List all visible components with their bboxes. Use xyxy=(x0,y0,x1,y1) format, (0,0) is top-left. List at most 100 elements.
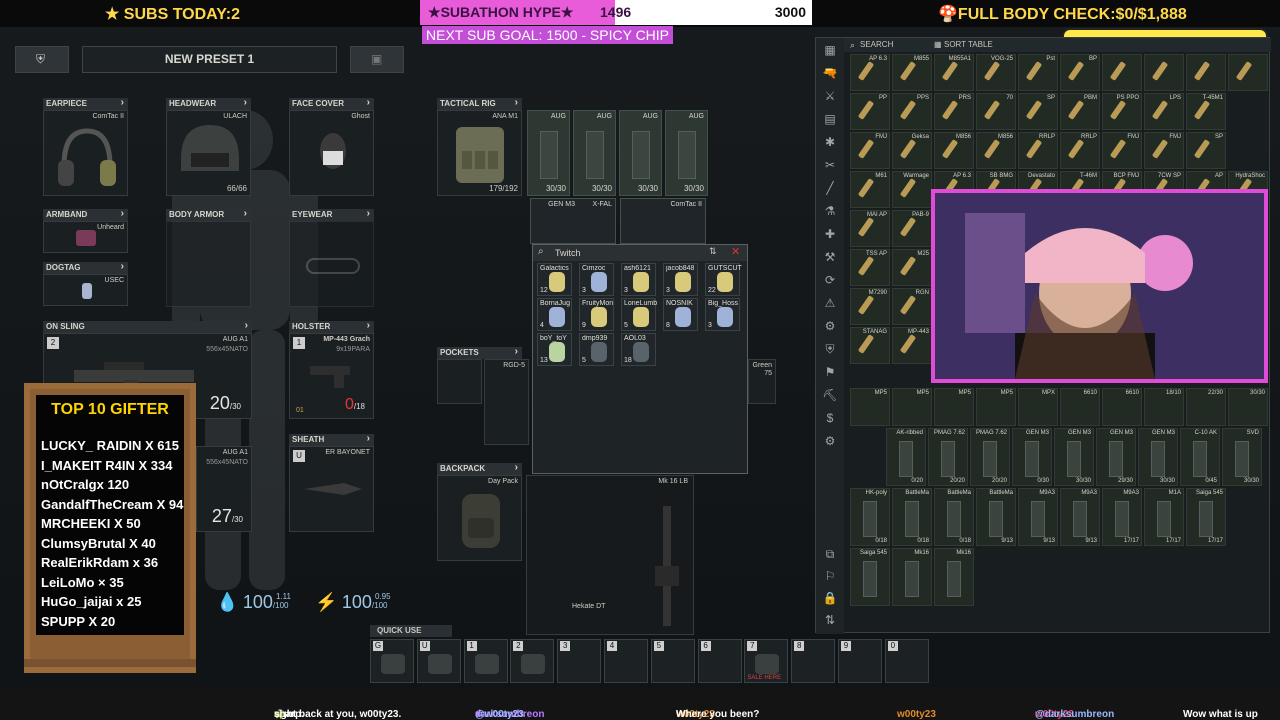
stash-ammo-cell[interactable]: PBM xyxy=(1060,93,1100,130)
stash-magazine-cell[interactable]: BattleMa 9/13 xyxy=(976,488,1016,546)
sort-icon[interactable]: ⇅ xyxy=(709,246,717,257)
quick-use-slot[interactable]: G xyxy=(370,639,414,683)
stash-ammo-cell[interactable]: VOG-25 xyxy=(976,54,1016,91)
sort-table-button[interactable]: SORT TABLE xyxy=(944,38,993,52)
slot-face-cover[interactable]: Ghost xyxy=(289,110,374,196)
dogtag-item[interactable]: boY_toY 13 xyxy=(537,333,572,366)
filter-category-icon[interactable]: ⚙ xyxy=(822,318,838,334)
filter-category-icon[interactable]: $ xyxy=(822,410,838,426)
stash-ammo-cell[interactable]: PRS xyxy=(934,93,974,130)
quick-use-slot[interactable]: 4 xyxy=(604,639,648,683)
stash-magazine-cell[interactable]: AK-ribbed 0/20 xyxy=(886,428,926,486)
rig-magazine[interactable]: AUG 30/30 xyxy=(619,110,662,196)
filter-category-icon[interactable]: ✂ xyxy=(822,157,838,173)
pocket-2[interactable]: RGD-5 xyxy=(484,359,529,445)
stash-ammo-cell[interactable]: PPS xyxy=(892,93,932,130)
stash-ammo-cell[interactable]: Pst xyxy=(1018,54,1058,91)
filter-category-icon[interactable]: ⚗ xyxy=(822,203,838,219)
stash-misc-cell[interactable]: MP5 xyxy=(976,388,1016,426)
stash-ammo-cell[interactable]: RRLP xyxy=(1060,132,1100,169)
close-icon[interactable]: ✕ xyxy=(731,245,740,258)
stash-magazine-cell[interactable]: Mk16 xyxy=(892,548,932,606)
stash-ammo-cell[interactable]: RGN xyxy=(892,288,932,325)
pocket-side[interactable]: Green 75 xyxy=(748,359,776,404)
slot-eyewear[interactable] xyxy=(289,221,374,307)
stash-magazine-cell[interactable]: M9A3 17/17 xyxy=(1102,488,1142,546)
stash-ammo-cell[interactable] xyxy=(1186,54,1226,91)
slot-armband[interactable]: Unheard xyxy=(43,221,128,253)
slot-backpack[interactable]: Day Pack xyxy=(437,475,522,561)
filter-category-icon[interactable]: ⚙ xyxy=(822,433,838,449)
quick-use-slot[interactable]: 5 xyxy=(650,639,695,683)
stash-ammo-cell[interactable] xyxy=(1228,54,1268,91)
stash-tool-icon[interactable]: ⇅ xyxy=(822,612,838,628)
slot-body-armor[interactable] xyxy=(166,221,251,307)
filter-category-icon[interactable]: ╱ xyxy=(822,180,838,196)
stash-magazine-cell[interactable]: HK-poly 0/18 xyxy=(850,488,890,546)
stash-ammo-cell[interactable]: Geksa xyxy=(892,132,932,169)
stash-ammo-cell[interactable]: BP xyxy=(1060,54,1100,91)
filter-category-icon[interactable]: ✚ xyxy=(822,226,838,242)
filter-category-icon[interactable]: ▦ xyxy=(822,42,838,58)
filter-category-icon[interactable]: ⛏ xyxy=(822,387,838,403)
dogtag-item[interactable]: Cimzoc 3 xyxy=(579,263,614,296)
quick-use-slot[interactable]: 7 SALE HERE xyxy=(744,639,789,683)
stash-ammo-cell[interactable]: TSS AP xyxy=(850,249,890,286)
stash-misc-cell[interactable]: 30/30 xyxy=(1228,388,1268,426)
quick-use-slot[interactable]: 8 xyxy=(791,639,836,683)
stash-ammo-cell[interactable]: PAB-9 xyxy=(892,210,932,247)
stash-ammo-cell[interactable]: M855 xyxy=(892,54,932,91)
quick-use-slot[interactable]: 3 xyxy=(557,639,602,683)
quick-use-slot[interactable]: 9 xyxy=(838,639,882,683)
stash-magazine-cell[interactable]: C-10 AK 0/45 xyxy=(1180,428,1220,486)
stash-ammo-cell[interactable]: PS PPO xyxy=(1102,93,1142,130)
stash-magazine-cell[interactable]: Saiga 545 xyxy=(850,548,890,606)
stash-ammo-cell[interactable]: MAI AP xyxy=(850,210,890,247)
stash-magazine-cell[interactable]: PMAG 7.62 20/20 xyxy=(928,428,968,486)
slot-on-back[interactable]: AUG A1 556x45NATO 27/30 xyxy=(196,446,252,532)
search-icon[interactable]: ⌕ xyxy=(850,38,855,52)
stash-ammo-cell[interactable]: M25 xyxy=(892,249,932,286)
slot-sheath[interactable]: U ER BAYONET xyxy=(289,446,374,532)
stash-ammo-cell[interactable]: M856 xyxy=(934,132,974,169)
dogtag-item[interactable]: Galactics 12 xyxy=(537,263,572,296)
filter-category-icon[interactable]: 🔫 xyxy=(822,65,838,81)
stash-misc-cell[interactable]: MPX xyxy=(1018,388,1058,426)
stash-misc-cell[interactable]: 22/30 xyxy=(1186,388,1226,426)
stash-magazine-cell[interactable]: M1A 17/17 xyxy=(1144,488,1184,546)
stash-ammo-cell[interactable]: FMJ xyxy=(1144,132,1184,169)
dogtag-item[interactable]: Big_Hoss 3 xyxy=(705,298,740,331)
stash-magazine-cell[interactable]: Saiga 545 17/17 xyxy=(1186,488,1226,546)
stash-magazine-cell[interactable]: SVD 30/30 xyxy=(1222,428,1262,486)
stash-magazine-cell[interactable]: BattleMa 0/18 xyxy=(892,488,932,546)
stash-ammo-cell[interactable]: STANAG xyxy=(850,327,890,364)
quick-use-slot[interactable]: 6 xyxy=(697,639,742,683)
stash-misc-cell[interactable]: 6610 xyxy=(1060,388,1100,426)
stash-ammo-cell[interactable]: SP xyxy=(1186,132,1226,169)
stash-tool-icon[interactable]: ⧉ xyxy=(822,546,838,562)
slot-earpiece[interactable]: ComTac II xyxy=(43,110,128,196)
stash-ammo-cell[interactable]: M61 xyxy=(850,171,890,208)
stash-misc-cell[interactable]: 18/10 xyxy=(1144,388,1184,426)
search-icon[interactable]: ⌕ xyxy=(538,246,544,257)
backpack-grid[interactable]: Mk 16 LB Hekate DT xyxy=(526,475,694,635)
stash-ammo-cell[interactable] xyxy=(1144,54,1184,91)
stash-magazine-cell[interactable]: Mk16 xyxy=(934,548,974,606)
filter-category-icon[interactable]: ✱ xyxy=(822,134,838,150)
stash-magazine-cell[interactable]: GEN M3 0/30 xyxy=(1012,428,1052,486)
stash-ammo-cell[interactable]: FMJ xyxy=(1102,132,1142,169)
stash-ammo-cell[interactable]: 70 xyxy=(976,93,1016,130)
dogtag-item[interactable]: AOL03 18 xyxy=(621,333,656,366)
stash-tool-icon[interactable]: 🔒 xyxy=(822,590,838,606)
stash-ammo-cell[interactable]: PP xyxy=(850,93,890,130)
quick-use-slot[interactable]: 0 xyxy=(884,639,929,683)
stash-ammo-cell[interactable]: SP xyxy=(1018,93,1058,130)
stash-ammo-cell[interactable]: M855A1 xyxy=(934,54,974,91)
filter-category-icon[interactable]: ⚑ xyxy=(822,364,838,380)
pocket-1[interactable] xyxy=(437,359,482,404)
quick-use-slot[interactable]: 2 xyxy=(510,639,555,683)
stash-tool-icon[interactable]: ⚐ xyxy=(822,568,838,584)
filter-category-icon[interactable]: ⟳ xyxy=(822,272,838,288)
presets-button[interactable]: ⛨ xyxy=(15,46,69,73)
dogtag-item[interactable]: jacob848 3 xyxy=(663,263,698,296)
